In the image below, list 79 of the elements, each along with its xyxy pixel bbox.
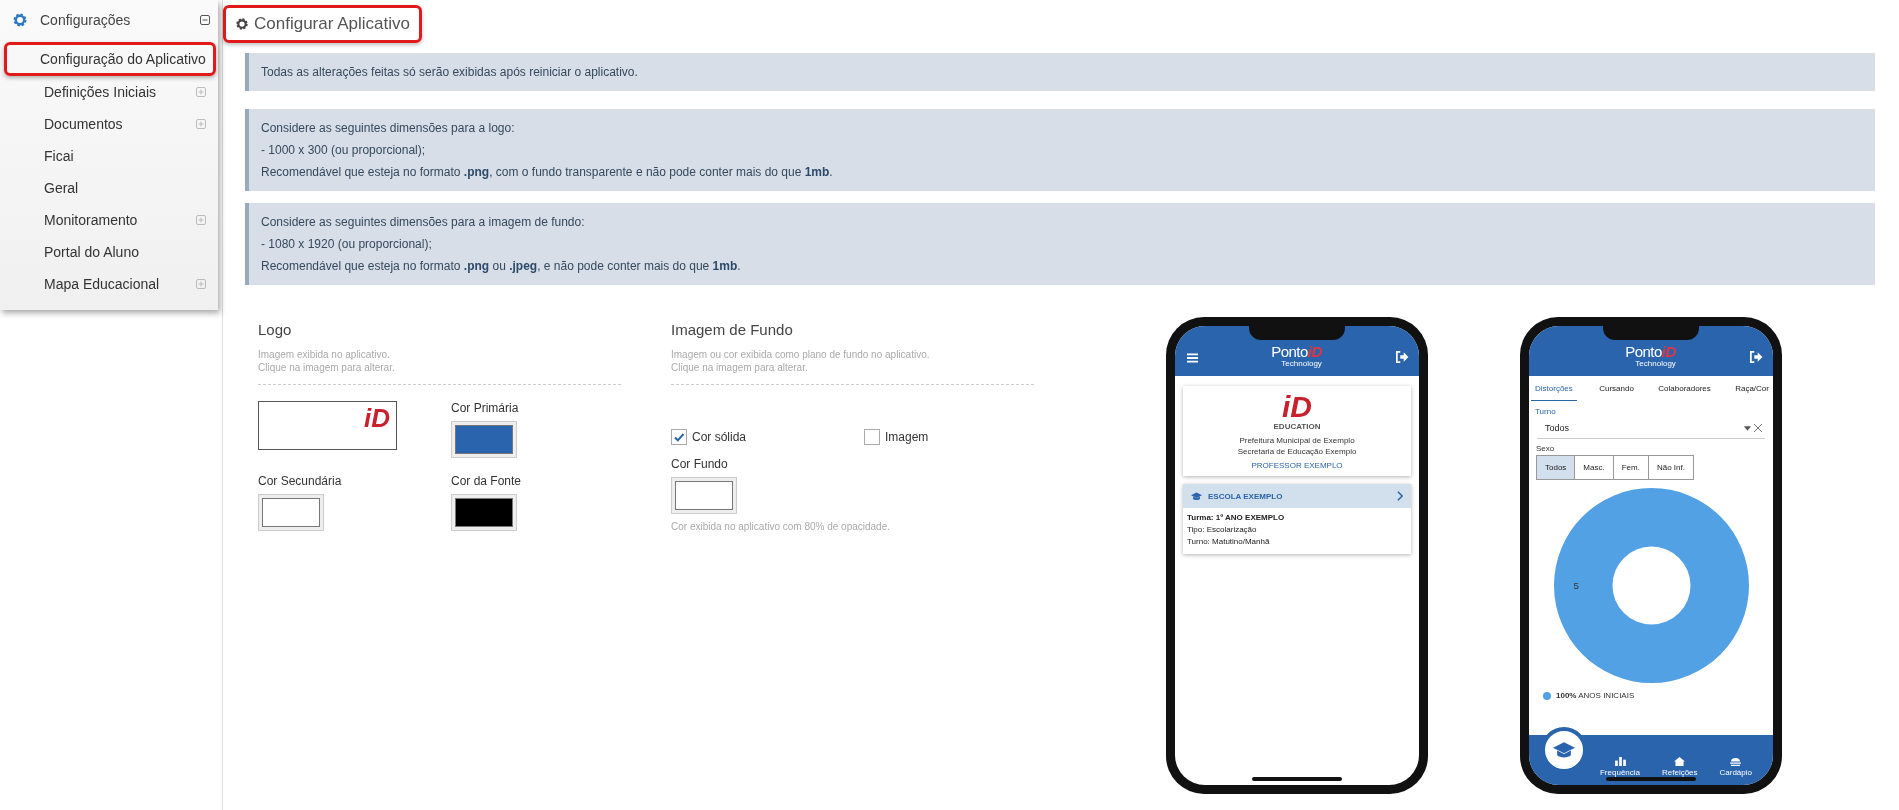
school-name: ESCOLA EXEMPLO (1208, 491, 1284, 501)
checkbox[interactable] (864, 429, 880, 445)
section-hint: Clique na imagem para alterar. (258, 361, 396, 374)
notice-text: Todas as alterações feitas só serão exibidas após reiniciar o aplicativo. (261, 64, 639, 81)
education-logo: iD EDUCATION (1273, 392, 1321, 431)
tab[interactable]: Raça/Cor (1733, 376, 1771, 401)
sidebar-item[interactable]: Geral (4, 172, 214, 204)
checkbox-label: Imagem (885, 430, 929, 444)
profile-name: PROFESSOR EXEMPLO (1251, 461, 1343, 470)
segment-button[interactable]: Fem. (1612, 455, 1649, 480)
chevron-right-icon[interactable] (1397, 491, 1403, 501)
segment-button[interactable]: Não Inf. (1647, 455, 1694, 480)
sidebar-item[interactable]: Definições Iniciais (4, 76, 214, 108)
sidebar-item[interactable]: Configuração do Aplicativo (4, 42, 216, 76)
nav-item[interactable]: Refeições (1662, 757, 1698, 777)
brand-name: Ponto (1271, 343, 1308, 360)
section-title: Logo (258, 321, 293, 338)
house-icon (1674, 757, 1686, 766)
logo-mark: iD (364, 404, 390, 432)
brand-mark: iD (1307, 343, 1322, 360)
food-tray-icon (1730, 757, 1742, 766)
notice-text: Recomendável que esteja no formato .png, com o fundo transparente e não pode conter mais do que 1mb. (261, 164, 834, 181)
color-label: Cor Primária (451, 401, 519, 415)
legend-label: 100% ANOS INICIAIS (1556, 691, 1635, 700)
color-label: Cor da Fonte (451, 474, 522, 488)
checkbox-label: Cor sólida (692, 430, 747, 444)
school-detail: Turno: Matutino/Manhã (1187, 536, 1271, 548)
school-card[interactable]: ESCOLA EXEMPLO Turma: 1º ANO EXEMPLO Tipo: Escolarização Turno: Matutino/Manhã (1183, 484, 1411, 554)
profile-text: Prefeitura Municipal de Exemplo (1239, 435, 1355, 446)
nav-item[interactable]: Cardápio (1719, 757, 1752, 777)
brand-tagline: Technology (1281, 359, 1322, 368)
data-label: 5 (1573, 580, 1579, 592)
sidebar-item[interactable]: Mapa Educacional (4, 268, 214, 300)
gear-icon (12, 12, 28, 28)
gear-icon (235, 17, 249, 31)
filter-label: Turno (1535, 407, 1557, 416)
color-label: Cor Secundária (258, 474, 342, 488)
tab[interactable]: Colaboradores (1656, 376, 1713, 401)
bar-chart-icon (1614, 757, 1626, 766)
dropdown-caret-icon[interactable] (1744, 425, 1751, 431)
school-detail: Turma: 1º ANO EXEMPLO (1187, 512, 1286, 524)
tab[interactable]: Distorções (1531, 376, 1577, 401)
section-hint: Clique na imagem para alterar. (671, 361, 809, 374)
sidebar-item[interactable]: Ficai (4, 140, 214, 172)
school-detail: Tipo: Escolarização (1187, 524, 1258, 536)
sidebar-item[interactable]: Portal do Aluno (4, 236, 214, 268)
graduation-cap-icon (1553, 741, 1575, 759)
color-label: Cor Fundo (671, 457, 729, 471)
checkbox[interactable] (671, 429, 687, 445)
notice-text: Considere as seguintes dimensões para a logo: (261, 120, 516, 137)
brand-tagline: Technology (1635, 359, 1676, 368)
segment-button[interactable]: Masc. (1574, 455, 1614, 480)
logout-icon[interactable] (1749, 351, 1763, 363)
profile-text: Secretaria de Educação Exemplo (1237, 446, 1357, 457)
notice-text: Recomendável que esteja no formato .png ou .jpeg, e não pode conter mais do que 1mb. (261, 258, 742, 275)
notice-text: Considere as seguintes dimensões para a imagem de fundo: (261, 214, 586, 231)
section-hint: Imagem ou cor exibida como plano de fundo no aplicativo. (671, 348, 931, 361)
brand-mark: iD (1661, 343, 1676, 360)
notice-text: - 1000 x 300 (ou proporcional); (261, 142, 427, 159)
clear-icon[interactable] (1754, 424, 1762, 432)
sidebar-item[interactable]: Documentos (4, 108, 214, 140)
sidebar-section-header[interactable]: Configurações (0, 8, 218, 32)
logo-upload[interactable]: iD (258, 401, 397, 450)
menu-icon[interactable] (1187, 353, 1198, 363)
graduation-cap-icon (1191, 491, 1202, 501)
section-hint: Imagem exibida no aplicativo. (258, 348, 391, 361)
sidebar-item[interactable]: Monitoramento (4, 204, 214, 236)
logout-icon[interactable] (1395, 351, 1409, 363)
nav-item[interactable]: Frequência (1600, 757, 1640, 777)
opacity-note: Cor exibida no aplicativo com 80% de opacidade. (671, 520, 892, 533)
segment-button[interactable]: Todos (1536, 455, 1576, 480)
page-title-text: Configurar Aplicativo (254, 14, 410, 34)
select-field[interactable]: Todos (1537, 418, 1765, 439)
tab[interactable]: Cursando (1597, 376, 1636, 401)
notice-text: - 1080 x 1920 (ou proporcional); (261, 236, 433, 253)
section-title: Imagem de Fundo (671, 321, 794, 338)
brand-name: Ponto (1625, 343, 1662, 360)
filter-label: Sexo (1536, 444, 1556, 453)
collapse-icon[interactable] (200, 15, 210, 25)
